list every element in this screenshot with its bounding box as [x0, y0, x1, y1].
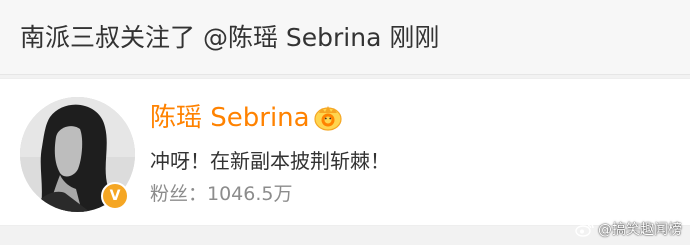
user-name-row[interactable]: 陈瑶 Sebrina	[150, 101, 344, 135]
weibo-icon	[575, 222, 594, 237]
verified-badge-letter: V	[109, 188, 121, 204]
fans-count: 粉丝：1046.5万	[150, 183, 293, 205]
crown-icon	[313, 106, 342, 131]
follow-notice-text: 南派三叔关注了 @陈瑶 Sebrina 刚刚	[20, 23, 440, 52]
watermark: @搞笑趣闻榜	[575, 219, 682, 239]
watermark-text: @搞笑趣闻榜	[598, 222, 682, 238]
user-card[interactable]: V 陈瑶 Sebrina 冲呀！在新副本披荆斩棘！ 粉丝：1046.5万	[0, 78, 690, 226]
verified-badge: V	[101, 182, 129, 210]
user-name[interactable]: 陈瑶 Sebrina	[150, 101, 310, 135]
follow-notice-bar[interactable]: 南派三叔关注了 @陈瑶 Sebrina 刚刚	[0, 0, 690, 75]
avatar-container[interactable]: V	[20, 97, 135, 212]
weibo-notification-page: 南派三叔关注了 @陈瑶 Sebrina 刚刚 V 陈瑶 Sebrina 冲呀！在…	[0, 0, 690, 245]
user-bio: 冲呀！在新副本披荆斩棘！	[150, 149, 390, 173]
